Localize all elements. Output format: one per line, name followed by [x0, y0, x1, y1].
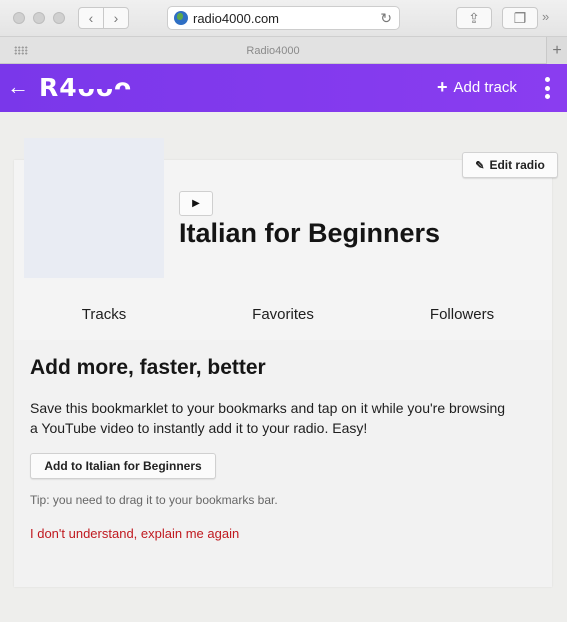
browser-forward-button[interactable]: › — [103, 7, 129, 29]
more-menu-icon[interactable] — [540, 77, 554, 99]
tabs-icon: ❐ — [513, 9, 527, 26]
app-header: ← R4ᴗᴗᴖ + Add track — [0, 64, 567, 112]
more-toolbar-icon[interactable]: » — [542, 9, 549, 24]
edit-radio-label: Edit radio — [489, 158, 545, 172]
bookmarklet-description: Save this bookmarklet to your bookmarks … — [30, 400, 506, 436]
plus-icon: + — [552, 41, 562, 59]
add-track-label: Add track — [453, 78, 517, 96]
tab-strip: Radio4000 + — [0, 37, 567, 64]
plus-icon: + — [437, 77, 448, 97]
bookmarklet-button[interactable]: Add to Italian for Beginners — [30, 453, 216, 479]
share-icon: ⇪ — [468, 9, 480, 26]
address-bar[interactable]: radio4000.com ↻ — [167, 6, 400, 30]
browser-chrome: ‹ › radio4000.com ↻ ⇪ ❐ » Radio4000 + — [0, 0, 567, 64]
zoom-window-button[interactable] — [53, 12, 65, 24]
close-window-button[interactable] — [13, 12, 25, 24]
pencil-icon: ✎ — [475, 159, 485, 172]
bookmarklet-heading: Add more, faster, better — [30, 356, 266, 379]
channel-tabs: Tracks Favorites Followers — [14, 292, 552, 340]
url-text: radio4000.com — [193, 10, 279, 26]
channel-title: Italian for Beginners — [179, 218, 441, 248]
play-icon: ▶ — [192, 198, 200, 209]
add-track-button[interactable]: + Add track — [437, 78, 517, 96]
reload-icon[interactable]: ↻ — [380, 10, 392, 27]
tab-followers[interactable]: Followers — [392, 306, 532, 323]
channel-cover-image — [24, 138, 164, 278]
browser-tab[interactable]: Radio4000 — [0, 37, 546, 64]
globe-icon — [174, 11, 188, 25]
bookmarklet-tip: Tip: you need to drag it to your bookmar… — [30, 493, 278, 507]
chevron-left-icon: ‹ — [88, 10, 94, 26]
play-button[interactable]: ▶ — [179, 191, 213, 216]
new-tab-button[interactable]: + — [546, 37, 567, 64]
tab-favorites[interactable]: Favorites — [213, 306, 353, 323]
edit-radio-button[interactable]: ✎ Edit radio — [462, 152, 558, 178]
back-arrow-icon[interactable]: ← — [7, 75, 29, 99]
show-tabs-button[interactable]: ❐ — [502, 7, 538, 29]
share-button[interactable]: ⇪ — [456, 7, 492, 29]
tab-tracks[interactable]: Tracks — [34, 306, 174, 323]
browser-toolbar: ‹ › radio4000.com ↻ ⇪ ❐ » — [0, 0, 567, 37]
chevron-right-icon: › — [113, 10, 119, 26]
browser-tab-title: Radio4000 — [246, 44, 300, 57]
minimize-window-button[interactable] — [33, 12, 45, 24]
r4-logo[interactable]: R4ᴗᴗᴖ — [39, 73, 132, 102]
browser-back-button[interactable]: ‹ — [78, 7, 104, 29]
explain-again-link[interactable]: I don't understand, explain me again — [30, 526, 239, 541]
